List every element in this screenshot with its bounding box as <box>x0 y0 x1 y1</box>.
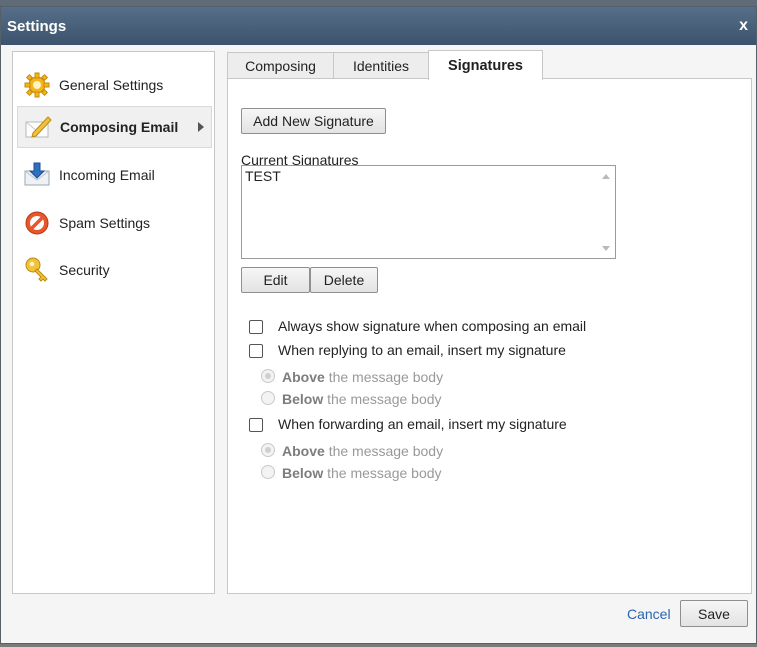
reply-below-radio[interactable] <box>261 391 275 405</box>
chevron-right-icon <box>198 122 204 132</box>
dialog-titlebar: Settings x <box>1 7 756 45</box>
sidebar-item-spam-settings[interactable]: Spam Settings <box>17 202 212 244</box>
signature-list[interactable]: TEST <box>241 165 616 259</box>
gear-icon <box>23 71 51 99</box>
reply-above-radio[interactable] <box>261 369 275 383</box>
tab-signatures[interactable]: Signatures <box>428 50 543 80</box>
reply-insert-checkbox[interactable] <box>249 344 263 358</box>
forward-above-label: Above the message body <box>282 443 444 459</box>
reply-above-label: Above the message body <box>282 369 444 385</box>
add-new-signature-button[interactable]: Add New Signature <box>241 108 386 134</box>
sidebar-item-security[interactable]: Security <box>17 249 212 291</box>
close-button[interactable]: x <box>739 17 750 35</box>
always-show-label: Always show signature when composing an … <box>278 318 587 334</box>
save-button[interactable]: Save <box>680 600 748 627</box>
dialog-title: Settings <box>7 17 67 35</box>
sidebar-item-label: Incoming Email <box>59 167 155 183</box>
tab-identities[interactable]: Identities <box>333 52 429 79</box>
reply-below-label: Below the message body <box>282 391 442 407</box>
forward-above-radio[interactable] <box>261 443 275 457</box>
no-entry-icon <box>23 209 51 237</box>
forward-insert-label: When forwarding an email, insert my sign… <box>278 416 567 432</box>
tab-composing[interactable]: Composing <box>227 52 334 79</box>
forward-below-label: Below the message body <box>282 465 442 481</box>
scroll-down-icon[interactable] <box>602 246 610 251</box>
sidebar-item-label: General Settings <box>59 77 164 93</box>
key-icon <box>23 256 51 284</box>
cancel-link[interactable]: Cancel <box>627 606 671 622</box>
sidebar-item-label: Composing Email <box>60 119 179 135</box>
inbox-icon <box>23 161 51 189</box>
compose-icon <box>24 113 52 141</box>
sidebar-item-label: Security <box>59 262 110 278</box>
sidebar-item-general-settings[interactable]: General Settings <box>17 64 212 106</box>
forward-below-radio[interactable] <box>261 465 275 479</box>
forward-insert-checkbox[interactable] <box>249 418 263 432</box>
scroll-up-icon[interactable] <box>602 174 610 179</box>
reply-insert-label: When replying to an email, insert my sig… <box>278 342 566 358</box>
delete-button[interactable]: Delete <box>310 267 378 293</box>
list-scrollbar[interactable] <box>598 166 615 258</box>
always-show-checkbox[interactable] <box>249 320 263 334</box>
sidebar-item-composing-email[interactable]: Composing Email <box>17 106 212 148</box>
sidebar-item-label: Spam Settings <box>59 215 151 231</box>
settings-sidebar: General Settings Composing Email Incomin… <box>12 51 215 594</box>
list-item[interactable]: TEST <box>245 168 281 184</box>
edit-button[interactable]: Edit <box>241 267 310 293</box>
sidebar-item-incoming-email[interactable]: Incoming Email <box>17 154 212 196</box>
